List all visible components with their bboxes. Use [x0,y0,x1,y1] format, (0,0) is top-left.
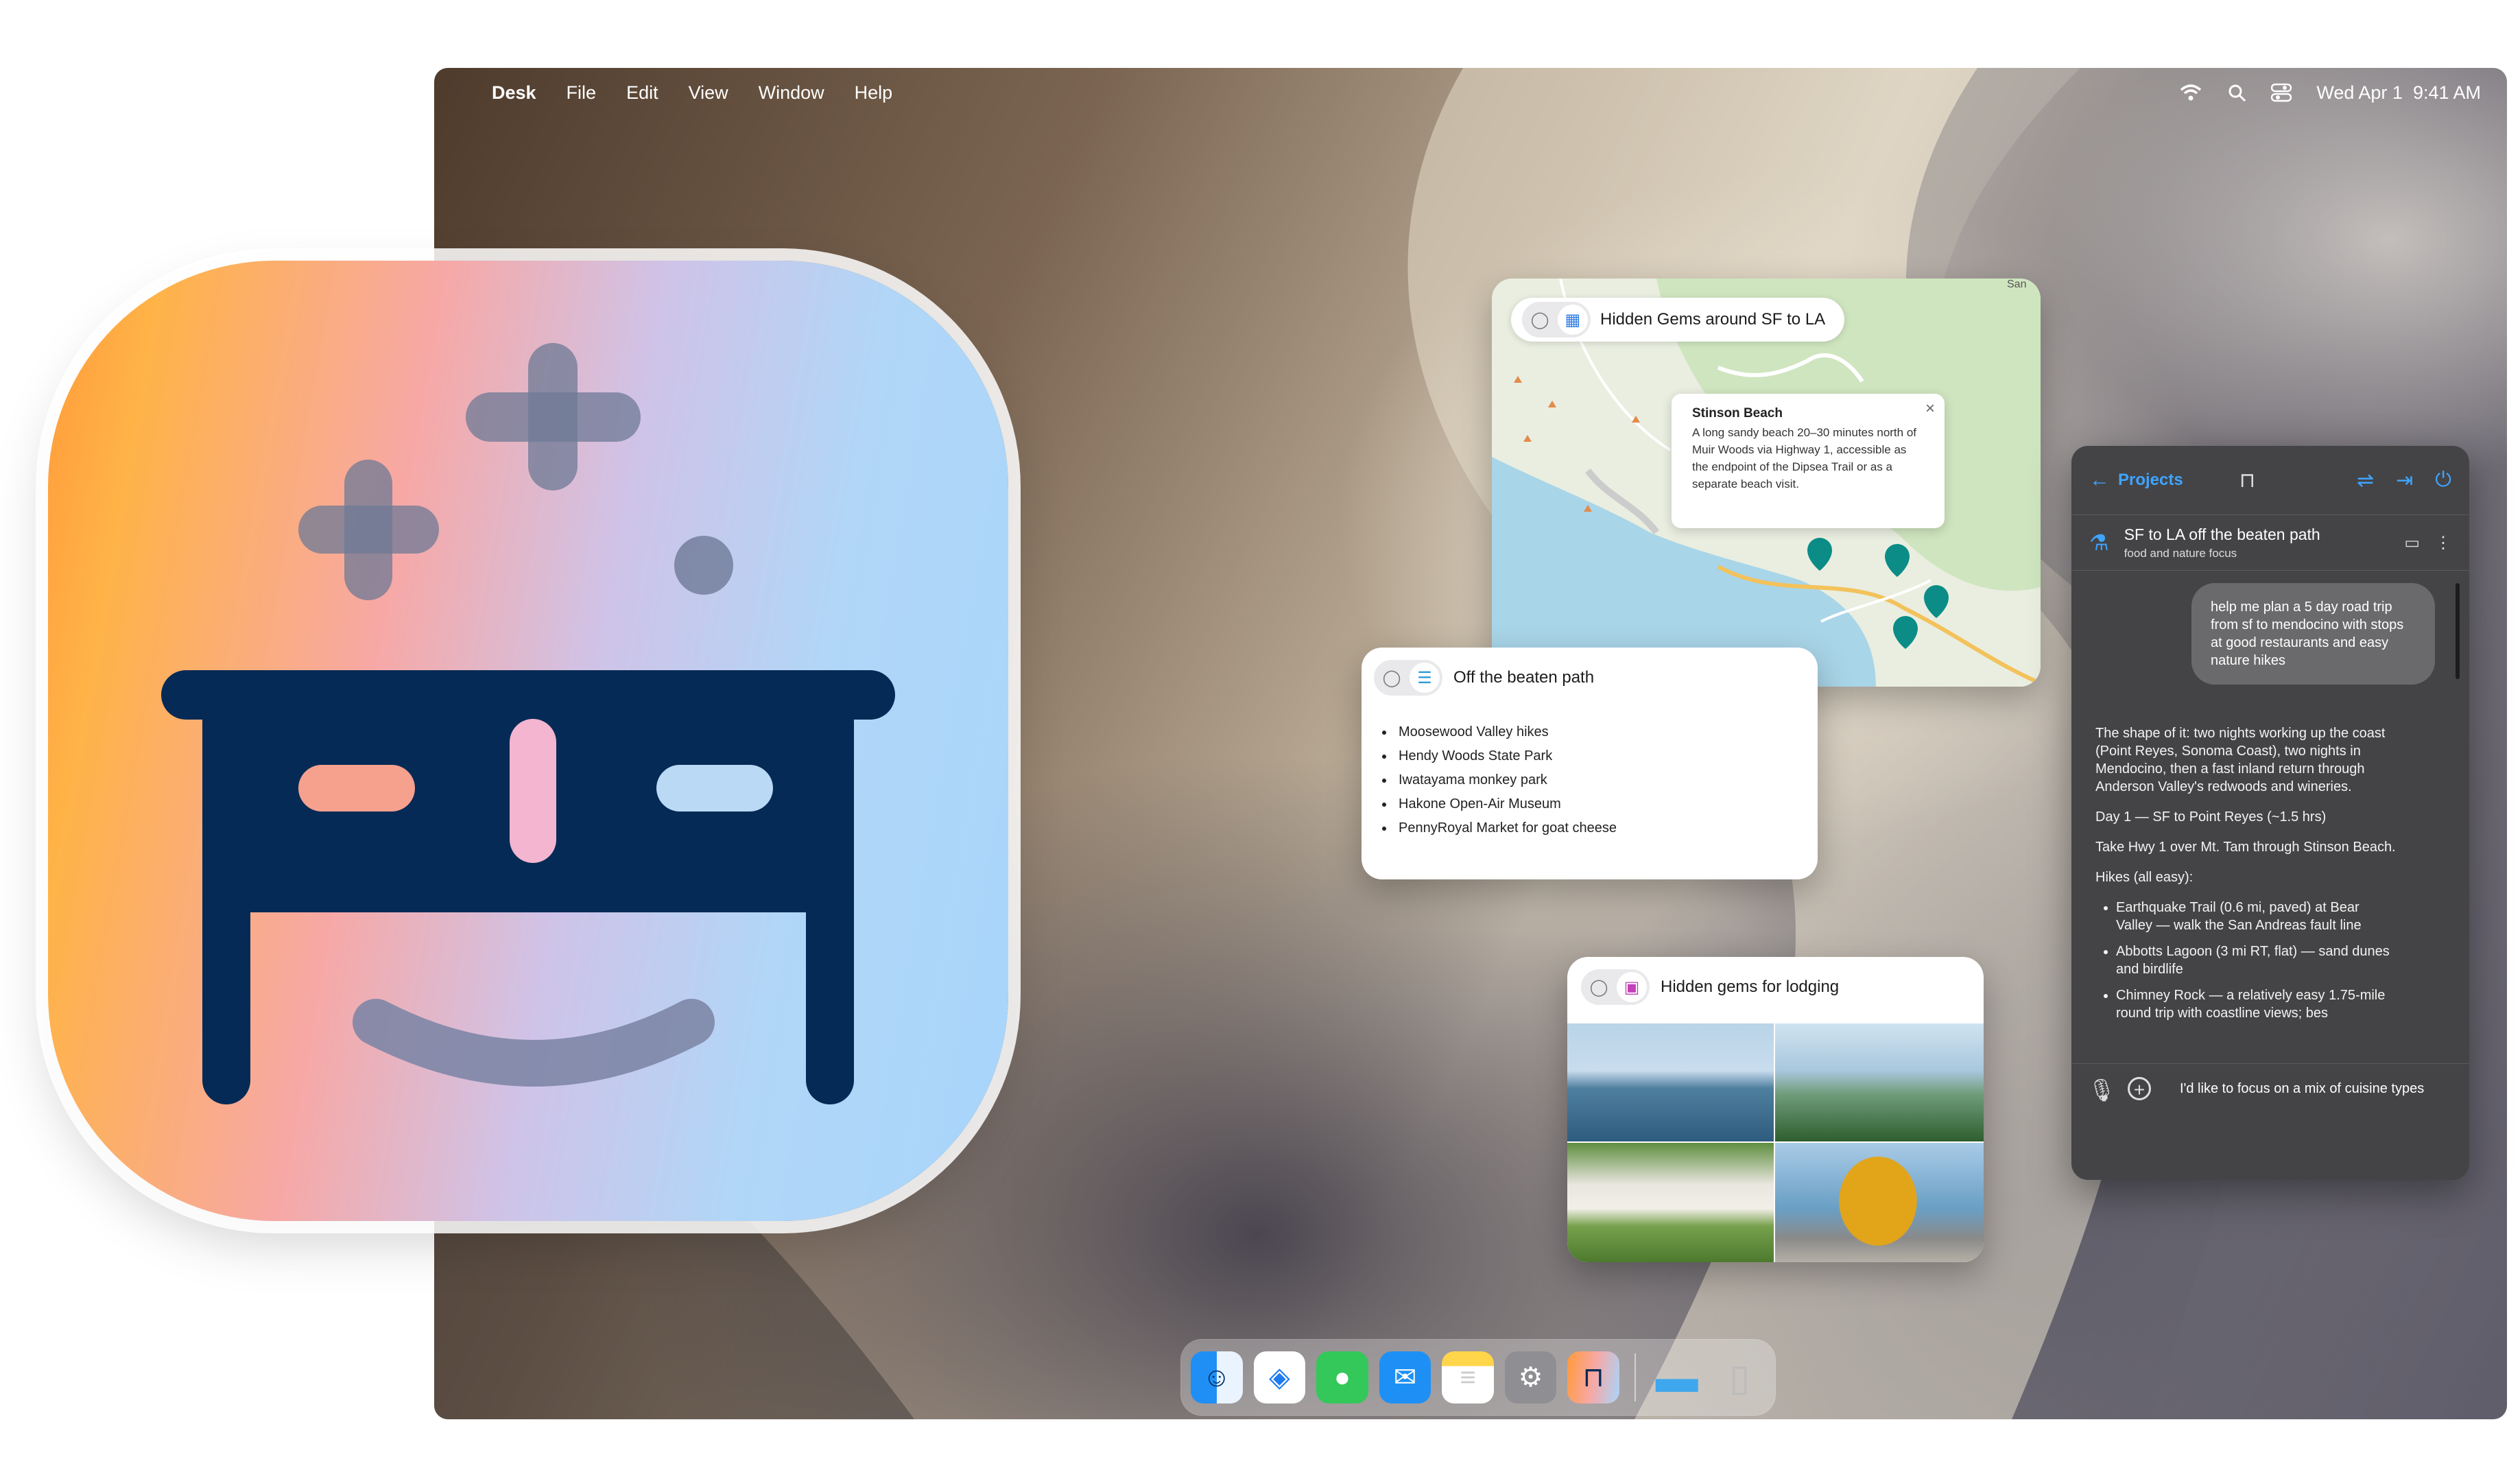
yurt-photo[interactable] [1567,1143,1775,1262]
wifi-icon[interactable] [2179,84,2202,102]
power-icon[interactable]: ⏻ [2435,469,2451,492]
chat-toolbar: ← Projects ⊓ ⇌ ⇥ ⏻ [2071,446,2469,514]
microphone-icon[interactable]: 🎙 [2088,1077,2116,1103]
list-item[interactable]: Iwatayama monkey park [1394,768,1617,792]
photo-icon[interactable]: ▣ [1617,972,1647,1002]
menu-app-name[interactable]: Desk [492,82,536,104]
project-subtitle: food and nature focus [2124,546,2237,560]
chat-bubble-icon[interactable]: ◯ [1377,663,1407,693]
list-item[interactable]: Hakone Open-Air Museum [1394,792,1617,816]
flask-icon: ⚗ [2089,530,2109,555]
more-icon[interactable]: ⋮ [2435,533,2451,553]
menu-bar: Desk File Edit View Window Help Wed Apr … [434,68,2507,117]
back-arrow-icon[interactable]: ← [2089,469,2110,492]
messages-icon[interactable]: ● [1316,1351,1368,1403]
desk-dock-icon[interactable]: ⊓ [1567,1351,1619,1403]
menubar-date[interactable]: Wed Apr 1 [2316,82,2403,103]
list-card-header[interactable]: ◯ ☰ Off the beaten path [1374,660,1594,696]
hike-item: Earthquake Trail (0.6 mi, paved) at Bear… [2116,899,2397,934]
folder-icon[interactable]: ▬ [1651,1351,1703,1403]
search-icon[interactable] [2227,83,2246,102]
map-corner-label: San [2007,279,2027,290]
dock: ☺ ◈ ● ✉ ≡ ⚙ ⊓ ▬ ▯ [1181,1340,1775,1415]
projects-link[interactable]: Projects [2118,471,2183,490]
ferry-photo[interactable] [1567,1023,1775,1143]
menubar-time[interactable]: 9:41 AM [2413,82,2481,103]
user-message: help me plan a 5 day road trip from sf t… [2191,583,2435,685]
view-toggle[interactable]: ◯ ▣ [1581,969,1650,1005]
archive-icon[interactable]: ▭ [2404,533,2420,553]
notes-icon[interactable]: ≡ [1442,1351,1494,1403]
chat-input[interactable]: I'd like to focus on a mix of cuisine ty… [2180,1080,2454,1098]
share-icon[interactable]: ⇥ [2396,469,2413,493]
finder-icon[interactable]: ☺ [1191,1351,1243,1403]
safari-icon[interactable]: ◈ [1253,1351,1306,1403]
list-item[interactable]: Hendy Woods State Park [1394,744,1617,768]
reply-hikes: Earthquake Trail (0.6 mi, paved) at Bear… [2095,899,2397,1022]
control-center-icon[interactable] [2271,83,2292,102]
list-item[interactable]: PennyRoyal Market for goat cheese [1394,816,1617,840]
trash-icon[interactable]: ▯ [1713,1351,1766,1403]
menu-edit[interactable]: Edit [626,82,658,104]
desk-small-icon[interactable]: ⊓ [2239,469,2255,493]
reply-route: Take Hwy 1 over Mt. Tam through Stinson … [2095,840,2396,855]
list-card-title: Off the beaten path [1453,668,1595,687]
hike-item: Abbotts Lagoon (3 mi RT, flat) — sand du… [2116,943,2397,978]
map-icon[interactable]: ▦ [1558,305,1588,335]
map-card-title: Hidden Gems around SF to LA [1600,310,1826,329]
photo-card[interactable]: ◯ ▣ Hidden gems for lodging [1567,957,1984,1262]
popup-body: A long sandy beach 20–30 minutes north o… [1692,426,1917,490]
assistant-reply: The shape of it: two nights working up t… [2095,724,2397,1054]
menu-view[interactable]: View [689,82,728,104]
desk-logo-icon [161,343,895,1104]
dock-divider [1634,1353,1636,1401]
menu-help[interactable]: Help [855,82,893,104]
popup-title: Stinson Beach [1692,406,1783,420]
hike-item: Chimney Rock — a relatively easy 1.75-mi… [2116,986,2397,1022]
checklist-icon[interactable]: ☰ [1410,663,1440,693]
input-divider [2071,1063,2469,1064]
settings-icon[interactable]: ⚙ [1504,1351,1557,1403]
mail-icon[interactable]: ✉ [1379,1351,1431,1403]
reply-intro: The shape of it: two nights working up t… [2095,726,2386,794]
photo-card-header[interactable]: ◯ ▣ Hidden gems for lodging [1581,969,1839,1005]
chat-bubble-icon[interactable]: ◯ [1525,305,1555,335]
project-header[interactable]: ⚗ SF to LA off the beaten path food and … [2071,514,2469,571]
photo-grid [1567,1023,1984,1262]
reply-hikes-label: Hikes (all easy): [2095,870,2194,885]
chat-bubble-icon[interactable]: ◯ [1584,972,1614,1002]
menu-window[interactable]: Window [759,82,824,104]
reply-day: Day 1 — SF to Point Reyes (~1.5 hrs) [2095,809,2327,825]
list-items: Moosewood Valley hikes Hendy Woods State… [1362,720,1617,840]
sliders-icon[interactable]: ⇌ [2357,469,2374,493]
pumpkin-photo[interactable] [1775,1143,1984,1262]
list-card[interactable]: ◯ ☰ Off the beaten path Moosewood Valley… [1362,648,1818,879]
coast-photo[interactable] [1775,1023,1984,1143]
list-item[interactable]: Moosewood Valley hikes [1394,720,1617,744]
photo-card-title: Hidden gems for lodging [1661,978,1840,996]
desk-app-icon [48,261,1008,1221]
scrollbar[interactable] [2456,583,2460,679]
map-popup[interactable]: × Stinson Beach A long sandy beach 20–30… [1672,394,1945,528]
menu-file[interactable]: File [567,82,597,104]
map-card-header[interactable]: ◯ ▦ Hidden Gems around SF to LA [1511,298,1845,342]
project-title: SF to LA off the beaten path [2124,525,2320,543]
map-card[interactable]: San ◯ ▦ Hidden Gems around SF to LA × St… [1492,279,2041,687]
add-icon[interactable]: + [2128,1077,2151,1100]
view-toggle[interactable]: ◯ ☰ [1374,660,1442,696]
close-icon[interactable]: × [1925,399,1935,418]
view-toggle[interactable]: ◯ ▦ [1522,302,1591,337]
